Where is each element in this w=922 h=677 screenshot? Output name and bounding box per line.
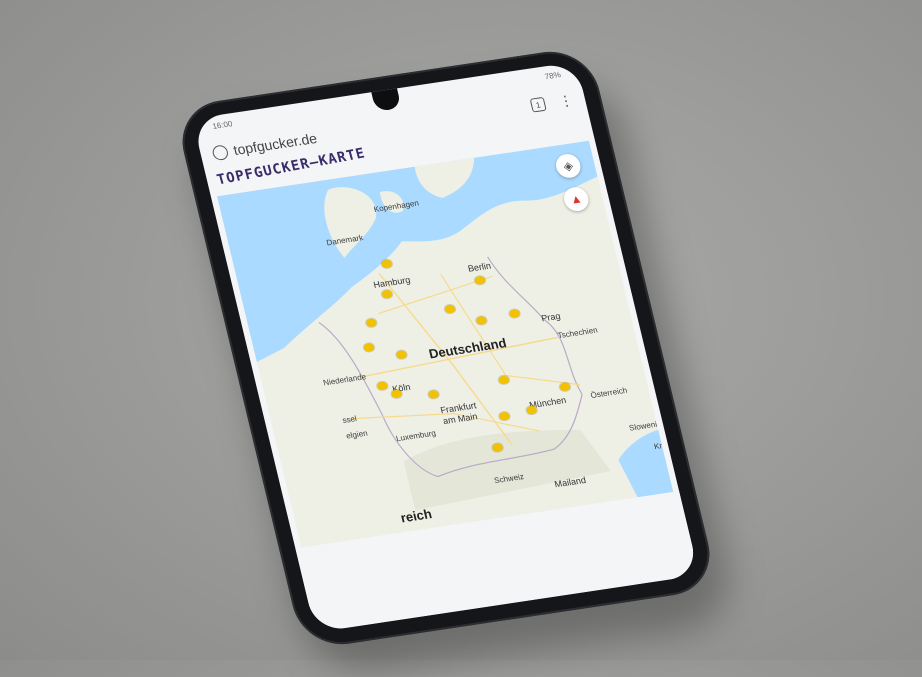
url-text[interactable]: topfgucker.de (232, 130, 319, 158)
smartphone: 16:00 78% topfgucker.de 1 ⋮ TOPFGUCKER—K… (173, 45, 719, 651)
photo-scene: 16:00 78% topfgucker.de 1 ⋮ TOPFGUCKER—K… (0, 0, 922, 677)
compass-icon: ▲ (568, 191, 584, 207)
menu-dots-icon[interactable]: ⋮ (549, 91, 575, 111)
layers-icon: ◈ (562, 158, 575, 174)
status-time: 16:00 (211, 119, 234, 131)
tabs-button[interactable]: 1 (529, 96, 547, 113)
globe-icon (211, 143, 230, 161)
status-battery: 78% (543, 70, 562, 82)
map-label-wie: Wie (638, 329, 655, 341)
map-view[interactable]: Kopenhagen Danemark Hamburg Berlin Deuts… (216, 140, 674, 548)
